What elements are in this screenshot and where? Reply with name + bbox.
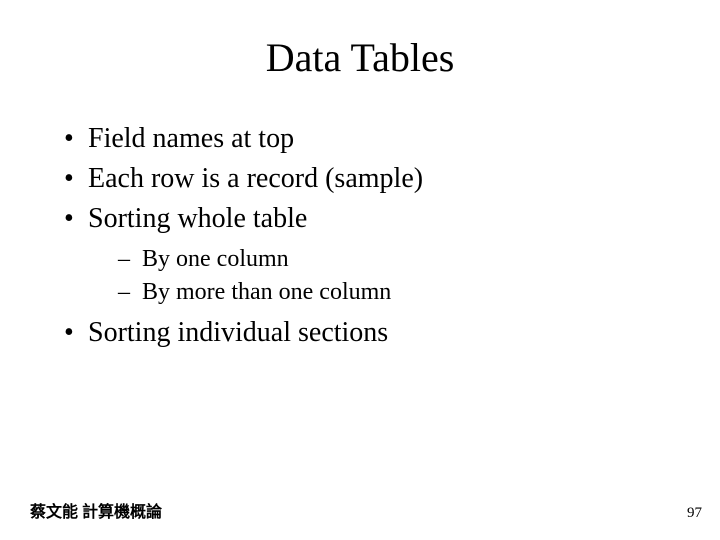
bullet-item: Field names at top [60,120,680,158]
footer-author: 蔡文能 計算機概論 [30,498,162,522]
bullet-item: Sorting individual sections [60,314,680,352]
page-number: 97 [687,505,702,522]
slide-content: Field names at top Each row is a record … [60,120,680,354]
bullet-text: Sorting individual sections [88,317,388,348]
slide: Data Tables Field names at top Each row … [0,0,720,540]
slide-title: Data Tables [0,34,720,81]
bullet-list: Field names at top Each row is a record … [60,120,680,352]
bullet-item: Each row is a record (sample) [60,160,680,198]
bullet-text: Field names at top [88,123,294,154]
bullet-text: Each row is a record (sample) [88,163,423,194]
sub-bullet-list: By one column By more than one column [88,243,680,308]
sub-bullet-item: By more than one column [88,276,680,308]
sub-bullet-item: By one column [88,243,680,275]
bullet-text: Sorting whole table [88,203,307,234]
sub-bullet-text: By more than one column [142,279,391,305]
sub-bullet-text: By one column [142,246,289,272]
bullet-item: Sorting whole table By one column By mor… [60,200,680,309]
